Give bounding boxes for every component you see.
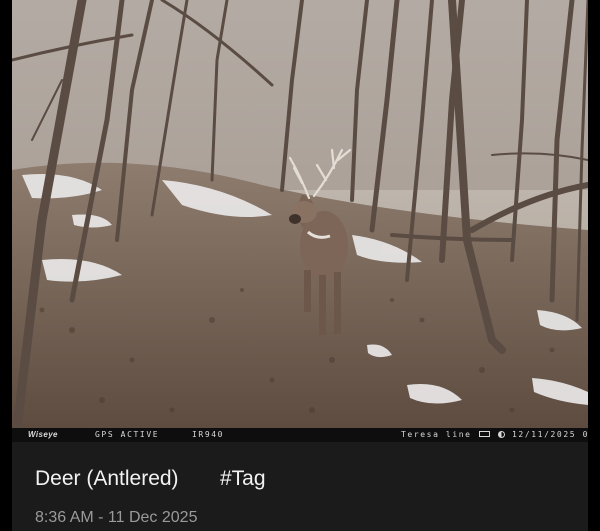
capture-timestamp: 8:36 AM - 11 Dec 2025 xyxy=(35,509,198,526)
brand-logo-icon xyxy=(18,431,26,437)
tag-button[interactable]: #Tag xyxy=(220,467,266,491)
trail-camera-photo[interactable] xyxy=(12,0,588,428)
capture-datetime: 12/11/2025 08 xyxy=(512,430,588,439)
photo-details: Deer (Antlered) #Tag 8:36 AM - 11 Dec 20… xyxy=(12,442,588,531)
app-frame: Wiseye GPS ACTIVE IR940 Teresa line 12/1… xyxy=(0,0,600,531)
battery-icon xyxy=(479,431,490,437)
moon-phase-icon xyxy=(498,431,505,438)
photo-card: Wiseye GPS ACTIVE IR940 Teresa line 12/1… xyxy=(12,0,588,531)
forest-scene xyxy=(12,0,588,428)
species-label: Deer (Antlered) xyxy=(35,467,179,490)
camera-model: IR940 xyxy=(192,430,225,439)
camera-location: Teresa line xyxy=(401,430,472,439)
gps-status: GPS ACTIVE xyxy=(95,430,160,439)
camera-info-strip: Wiseye GPS ACTIVE IR940 Teresa line 12/1… xyxy=(12,428,588,442)
camera-brand: Wiseye xyxy=(28,430,58,439)
